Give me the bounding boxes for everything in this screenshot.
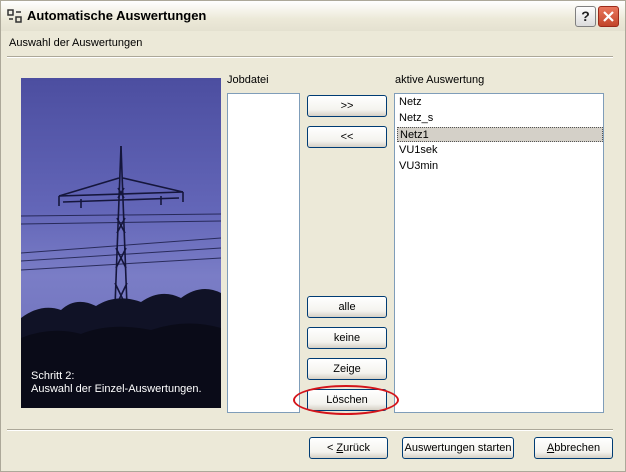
remove-button[interactable]: << [307,126,387,148]
list-item[interactable]: VU1sek [397,143,603,158]
step-caption: Schritt 2: Auswahl der Einzel-Auswertung… [31,370,202,396]
add-button[interactable]: >> [307,95,387,117]
footer-divider-highlight [7,430,613,431]
wizard-image: Schritt 2: Auswahl der Einzel-Auswertung… [21,78,221,408]
caption-step: Schritt 2: [31,370,75,382]
page-title: Auswahl der Auswertungen [9,37,143,49]
close-icon [603,11,614,22]
cancel-button[interactable]: Abbrechen [534,437,613,459]
close-button[interactable] [598,6,619,27]
dialog-window: Automatische Auswertungen ? Auswahl der … [0,0,626,472]
list-item[interactable]: Netz [397,95,603,110]
help-button[interactable]: ? [575,6,596,27]
delete-button[interactable]: Löschen [307,389,387,411]
active-evaluation-list[interactable]: Netz Netz_s Netz1 VU1sek VU3min [394,93,604,413]
help-icon: ? [581,8,590,24]
header-divider-highlight [7,57,613,58]
window-title: Automatische Auswertungen [27,8,207,23]
list-item[interactable]: Netz_s [397,111,603,126]
active-evaluation-label: aktive Auswertung [395,74,485,86]
list-item[interactable]: VU3min [397,159,603,174]
jobdatei-list[interactable] [227,93,300,413]
caption-description: Auswahl der Einzel-Auswertungen. [31,383,202,395]
title-bar[interactable]: Automatische Auswertungen ? [1,1,625,31]
start-evaluations-button[interactable]: Auswertungen starten [402,437,514,459]
app-icon [7,9,22,23]
list-item-selected[interactable]: Netz1 [397,127,603,142]
select-none-button[interactable]: keine [307,327,387,349]
back-button[interactable]: < Zurück [309,437,388,459]
cancel-rest: bbrechen [554,442,601,454]
select-all-button[interactable]: alle [307,296,387,318]
show-button[interactable]: Zeige [307,358,387,380]
power-pylon-photo [21,145,221,408]
back-rest: urück [343,442,371,454]
back-prefix: < [326,442,337,454]
jobdatei-label: Jobdatei [227,74,269,86]
wizard-header: Auswahl der Auswertungen [1,31,625,57]
